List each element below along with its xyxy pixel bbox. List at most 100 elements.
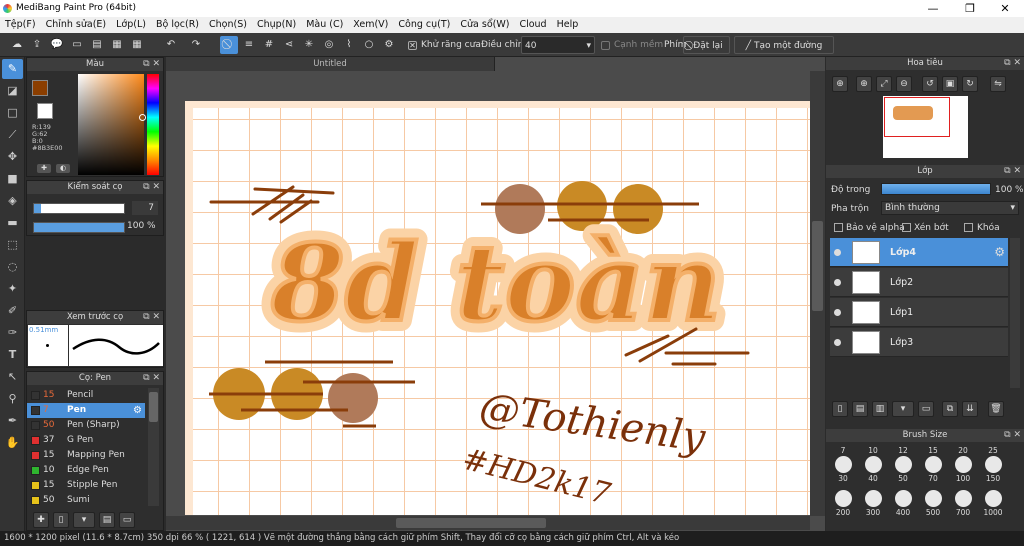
menu-snap[interactable]: Chụp(N) [252, 17, 301, 33]
snap-vanish-icon[interactable]: ⋖ [280, 36, 298, 54]
line-tool-icon[interactable]: ⟋ [2, 125, 23, 145]
move-tool-icon[interactable]: ✥ [2, 147, 23, 167]
panel-close-icon[interactable]: ⧉ ✕ [143, 311, 160, 324]
comment-icon[interactable]: 💬 [48, 36, 66, 54]
rotate-right-icon[interactable]: ↻ [962, 76, 978, 92]
cloud-icon[interactable]: ☁ [8, 36, 26, 54]
snap-circle-icon[interactable]: ◎ [320, 36, 338, 54]
menu-window[interactable]: Cửa sổ(W) [455, 17, 514, 33]
scroll-thumb[interactable] [149, 392, 158, 422]
brush-tool-icon[interactable]: ✎ [2, 59, 23, 79]
duplicate-layer-icon[interactable]: ⧉ [942, 401, 958, 417]
protect-alpha-checkbox[interactable] [834, 223, 843, 232]
select-pen-tool-icon[interactable]: ✐ [2, 301, 23, 321]
select-eraser-tool-icon[interactable]: ✑ [2, 323, 23, 343]
panel-icon[interactable]: ▦ [108, 36, 126, 54]
brush-size-option[interactable] [985, 490, 1002, 507]
layer-row[interactable]: Lớp4 ⚙ [830, 238, 1008, 267]
brush-size-option[interactable] [895, 456, 912, 473]
menu-cloud[interactable]: Cloud [514, 17, 551, 33]
menu-file[interactable]: Tệp(F) [0, 17, 41, 33]
layer-row[interactable]: Lớp3 [830, 328, 1008, 357]
brush-item[interactable]: 50 Sumi [27, 493, 145, 508]
rotate-left-icon[interactable]: ↺ [922, 76, 938, 92]
lasso-tool-icon[interactable]: ◌ [2, 257, 23, 277]
hue-bar[interactable] [147, 74, 159, 175]
brush-item[interactable]: 50 Pen (Sharp) [27, 418, 145, 433]
new-8bit-layer-icon[interactable]: ▥ [872, 401, 888, 417]
new-layer-icon[interactable]: ▯ [832, 401, 848, 417]
panel-close-icon[interactable]: ⧉ ✕ [143, 181, 160, 194]
document-tab[interactable]: Untitled [166, 57, 495, 71]
layer-row[interactable]: Lớp1 [830, 298, 1008, 327]
magic-wand-tool-icon[interactable]: ✦ [2, 279, 23, 299]
sub-color-swatch[interactable] [37, 103, 53, 119]
snap-off-icon[interactable]: ⃠ [220, 36, 238, 54]
gear-icon[interactable]: ⚙ [133, 403, 142, 418]
new-brush-icon[interactable]: ▯ [53, 512, 69, 528]
brush-size-option[interactable] [835, 490, 852, 507]
visibility-icon[interactable] [834, 309, 841, 316]
brush-size-option[interactable] [955, 456, 972, 473]
straight-line-button[interactable]: ╱ Tạo một đường thẳng [734, 36, 834, 69]
flip-icon[interactable]: ⇋ [990, 76, 1006, 92]
folder-icon[interactable]: ▭ [119, 512, 135, 528]
brush-menu-icon[interactable]: ▾ [73, 512, 95, 528]
panel-close-icon[interactable]: ⧉ ✕ [1004, 429, 1021, 442]
opacity-slider[interactable] [33, 222, 125, 233]
layer-row[interactable]: Lớp2 [830, 268, 1008, 297]
brush-copy-icon[interactable]: ▤ [99, 512, 115, 528]
brush-item[interactable]: 15 Pencil [27, 388, 145, 403]
antialias-checkbox[interactable]: ✕ [408, 41, 417, 50]
snap-settings-icon[interactable]: ⚙ [380, 36, 398, 54]
text-tool-icon[interactable]: T [2, 345, 23, 365]
brush-item[interactable]: 15 Mapping Pen [27, 448, 145, 463]
size-value[interactable]: 7 [132, 201, 158, 215]
menu-select[interactable]: Chọn(S) [204, 17, 252, 33]
new-halftone-layer-icon[interactable]: ▤ [852, 401, 868, 417]
visibility-icon[interactable] [834, 279, 841, 286]
panel-close-icon[interactable]: ⧉ ✕ [143, 58, 160, 71]
fit-icon[interactable]: ⤢ [876, 76, 892, 92]
soft-edge-checkbox[interactable] [601, 41, 610, 50]
merge-layer-icon[interactable]: ⇊ [962, 401, 978, 417]
brush-size-option[interactable] [865, 456, 882, 473]
zoom-out-icon[interactable]: ⊖ [896, 76, 912, 92]
menu-view[interactable]: Xem(V) [348, 17, 393, 33]
lock-checkbox[interactable] [964, 223, 973, 232]
close-button[interactable]: ✕ [990, 1, 1020, 16]
visibility-icon[interactable] [834, 249, 841, 256]
select-tool-icon[interactable]: ⬚ [2, 235, 23, 255]
hand-tool-icon[interactable]: ✋ [2, 433, 23, 453]
maximize-button[interactable]: ❐ [955, 1, 985, 16]
folder-icon[interactable]: ▭ [918, 401, 934, 417]
add-brush-icon[interactable]: ✚ [33, 512, 49, 528]
brush-list-scrollbar[interactable] [148, 388, 159, 506]
share-icon[interactable]: ⇪ [28, 36, 46, 54]
menu-layer[interactable]: Lớp(L) [111, 17, 151, 33]
menu-filter[interactable]: Bộ lọc(R) [151, 17, 204, 33]
visibility-icon[interactable] [834, 339, 841, 346]
brush-item[interactable]: 7 Pen ⚙ [27, 403, 145, 418]
layer-menu-icon[interactable]: ▾ [892, 401, 914, 417]
brush-size-option[interactable] [925, 490, 942, 507]
size-slider[interactable] [33, 203, 125, 214]
snap-ellipse-icon[interactable]: ○ [360, 36, 378, 54]
correction-select[interactable]: 40 ▾ [521, 36, 595, 54]
brush-size-option[interactable] [865, 490, 882, 507]
menu-tools[interactable]: Công cụ(T) [393, 17, 455, 33]
snap-cross-icon[interactable]: # [260, 36, 278, 54]
snap-parallel-icon[interactable]: ≡ [240, 36, 258, 54]
rect-tool-icon[interactable]: □ [2, 103, 23, 123]
brush-item[interactable]: 15 Stipple Pen [27, 478, 145, 493]
brush-size-option[interactable] [835, 456, 852, 473]
color-palette-icon[interactable]: ◐ [56, 164, 70, 173]
blend-select[interactable]: Bình thường ▾ [881, 201, 1019, 215]
scroll-thumb[interactable] [812, 221, 823, 311]
navigator-preview[interactable] [883, 96, 968, 158]
delete-layer-icon[interactable]: 🗑 [988, 401, 1004, 417]
gear-icon[interactable]: ⚙ [994, 245, 1005, 259]
bucket-tool-icon[interactable]: ◈ [2, 191, 23, 211]
layer-opacity-slider[interactable] [881, 183, 991, 195]
brush-item[interactable]: 10 Edge Pen [27, 463, 145, 478]
